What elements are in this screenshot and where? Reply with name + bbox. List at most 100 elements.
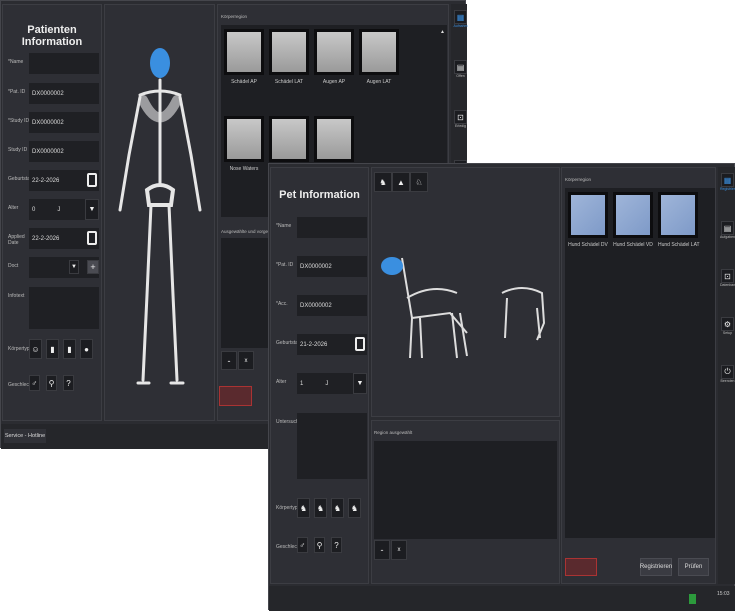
field-value: 21-2-2026	[300, 341, 328, 348]
sidebar-item[interactable]: ⚙ Setup	[720, 317, 735, 335]
animal-panel: ♞ ▲ ♘	[371, 167, 560, 417]
field-input[interactable]: DX0000002	[29, 141, 99, 162]
thumb-image	[224, 116, 264, 162]
region-selected-list[interactable]	[374, 441, 557, 539]
tasks-icon: ▤	[721, 221, 734, 235]
field-input[interactable]	[29, 287, 99, 329]
page-title: Pet Information	[279, 189, 360, 201]
delete-button[interactable]	[219, 386, 252, 406]
delete-button[interactable]	[565, 558, 597, 576]
minus-button[interactable]: -	[221, 351, 237, 370]
calendar-icon[interactable]	[87, 173, 97, 187]
body-region-thumb[interactable]: Hund Schädel VD	[613, 192, 653, 250]
body-type-button-3[interactable]: ▮	[63, 339, 76, 359]
register-icon: ▦	[721, 173, 734, 187]
sidebar-item[interactable]: ▤ Aufgaben	[720, 221, 735, 239]
body-region-thumb[interactable]: Augen AP	[314, 29, 354, 87]
horse-icon[interactable]: ♘	[410, 172, 428, 192]
thumb-image	[269, 116, 309, 162]
male-icon[interactable]: ♂	[29, 375, 40, 391]
done-icon: ⊡	[454, 110, 467, 124]
body-region-thumb[interactable]: Nose Waters	[224, 116, 264, 174]
region-thumbs: Hund Schädel DV Hund Schädel VD Hund Schäd…	[565, 188, 715, 538]
field-value: 0	[32, 206, 36, 213]
thumb-image	[314, 116, 354, 162]
remove-button[interactable]: x	[391, 540, 407, 560]
sidebar-item[interactable]: ⊡ Erledig	[453, 110, 468, 128]
calendar-icon[interactable]	[355, 337, 365, 351]
chevron-down-icon[interactable]: ▼	[69, 260, 79, 274]
add-doctor-button[interactable]: +	[87, 260, 99, 274]
body-region-thumb[interactable]: Schädel AP	[224, 29, 264, 87]
body-region-thumb[interactable]: Hund Schädel LAT	[658, 192, 700, 250]
field-input[interactable]: 21-2-2026	[297, 334, 367, 355]
field-input[interactable]: ▼ +	[29, 257, 99, 278]
thumb-label: Schädel LAT	[274, 79, 304, 85]
search-gender-icon[interactable]: ⚲	[314, 537, 325, 553]
body-type-button-2[interactable]: ▮	[46, 339, 59, 359]
thumb-image	[224, 29, 264, 75]
sidebar-label: Aufnahm	[453, 24, 468, 28]
sidebar-label: Erledig	[455, 124, 466, 128]
animal-skeletons[interactable]	[372, 168, 561, 418]
thumb-label: Hund Schädel DV	[568, 242, 608, 248]
dog-icon[interactable]: ♞	[374, 172, 392, 192]
register-button[interactable]: Registrieren	[640, 558, 672, 576]
field-input[interactable]	[297, 217, 367, 238]
minus-button[interactable]: -	[374, 540, 390, 560]
pet-form-panel: Pet Information *Name *Pat. ID DX0000002 *A…	[270, 167, 369, 584]
sidebar-item[interactable]: ⊡ Datenban	[720, 269, 735, 287]
sidebar-item[interactable]: ⏻ Beenden	[720, 365, 735, 383]
field-input[interactable]: 1 J ▼	[297, 373, 367, 394]
field-input[interactable]: 22-2-2026	[29, 228, 99, 249]
check-button[interactable]: Prüfen	[678, 558, 709, 576]
field-input[interactable]	[29, 53, 99, 74]
power-icon: ⏻	[721, 365, 734, 379]
remove-button[interactable]: x	[238, 351, 254, 370]
sidebar-item[interactable]: ▦ Registrier	[720, 173, 735, 191]
body-type-button-1[interactable]: ♞	[297, 498, 310, 518]
cat-icon[interactable]: ▲	[392, 172, 410, 192]
body-region-thumb[interactable]: Augen LAT	[359, 29, 399, 87]
unknown-gender-icon[interactable]: ?	[331, 537, 342, 553]
body-region-thumb[interactable]: Hund Schädel DV	[568, 192, 608, 250]
field-unit: J	[57, 206, 61, 213]
chevron-down-icon[interactable]: ▼	[353, 373, 367, 394]
field-input[interactable]: 0 J ▼	[29, 199, 99, 220]
sidebar-label: Aufgaben	[720, 235, 735, 239]
field-unit: J	[325, 380, 329, 387]
search-gender-icon[interactable]: ⚲	[46, 375, 57, 391]
male-icon[interactable]: ♂	[297, 537, 308, 553]
pet-window: Pet Information *Name *Pat. ID DX0000002 *A…	[268, 163, 735, 611]
pet-region-panel: Körperregion Hund Schädel DV Hund Schädel…	[561, 167, 716, 584]
calendar-icon[interactable]	[87, 231, 97, 245]
battery-icon	[689, 594, 696, 604]
field-input[interactable]: DX0000002	[29, 83, 99, 104]
body-type-button-3[interactable]: ♞	[331, 498, 344, 518]
body-skeleton-panel	[104, 4, 215, 421]
human-skeleton[interactable]	[105, 5, 216, 422]
chevron-down-icon[interactable]: ▼	[85, 199, 99, 220]
register-icon: ▦	[454, 10, 467, 24]
field-input[interactable]: DX0000002	[29, 112, 99, 133]
sidebar-item[interactable]: ▤ Offen	[453, 60, 468, 78]
thumb-label: Hund Schädel LAT	[658, 242, 700, 248]
field-input[interactable]: DX0000002	[297, 256, 367, 277]
body-type-button-4[interactable]: ♞	[348, 498, 361, 518]
field-input[interactable]	[297, 413, 367, 479]
region-label: Körperregion	[221, 14, 248, 19]
thumb-label: Nose Waters	[229, 166, 259, 172]
body-type-button-4[interactable]: ●	[80, 339, 93, 359]
field-input[interactable]: 22-2-2026	[29, 170, 99, 191]
field-input[interactable]: DX0000002	[297, 295, 367, 316]
body-region-thumb[interactable]: Schädel LAT	[269, 29, 309, 87]
body-type-button-2[interactable]: ♞	[314, 498, 327, 518]
sidebar-item[interactable]: ▦ Aufnahm	[453, 10, 468, 28]
service-hotline-button[interactable]: Service - Hotline	[4, 429, 46, 443]
unknown-gender-icon[interactable]: ?	[63, 375, 74, 391]
scrollbar[interactable]: ▲	[440, 29, 445, 35]
thumb-image	[613, 192, 653, 238]
thumb-image	[568, 192, 608, 238]
thumb-image	[269, 29, 309, 75]
body-type-button-1[interactable]: ☺	[29, 339, 42, 359]
